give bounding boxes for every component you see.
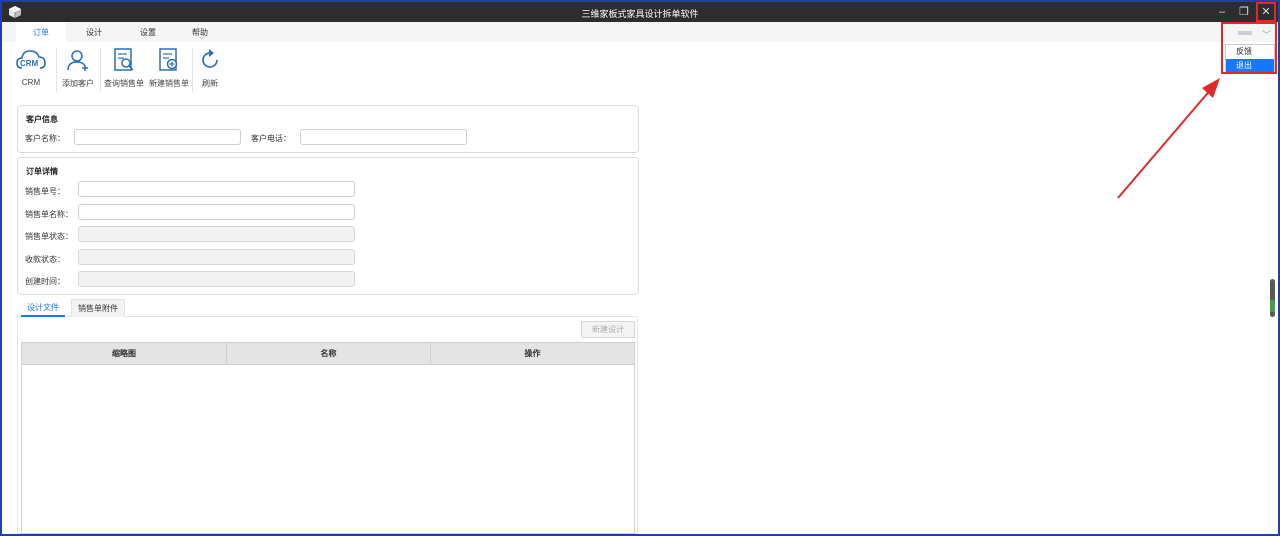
payment-status-input <box>78 249 355 265</box>
order-status-input <box>78 226 355 242</box>
add-customer-button[interactable]: 添加客户 <box>59 48 97 89</box>
payment-status-label: 收款状态： <box>25 255 65 264</box>
add-user-icon <box>67 50 88 71</box>
new-sales-order-button[interactable]: 新建销售单 <box>147 48 191 89</box>
window-title: 三维家板式家具设计拆单软件 <box>581 9 699 19</box>
refresh-label: 刷新 <box>202 79 218 88</box>
menu-tab-order[interactable]: 订单 <box>16 22 66 42</box>
ribbon-divider <box>100 48 101 92</box>
menu-tab-design[interactable]: 设计 <box>74 22 114 42</box>
customer-info-title: 客户信息 <box>26 115 58 124</box>
customer-name-input[interactable] <box>74 129 241 145</box>
crm-label: CRM <box>21 78 41 87</box>
restore-button[interactable]: ❐ <box>1234 2 1254 22</box>
order-status-label: 销售单状态： <box>25 232 73 241</box>
column-header-action[interactable]: 操作 <box>431 343 634 365</box>
ribbon-divider <box>192 48 193 92</box>
highlight-box-close <box>1256 2 1276 22</box>
highlight-box-dropdown <box>1221 22 1277 74</box>
tab-sales-attachments[interactable]: 销售单附件 <box>71 299 125 317</box>
ribbon-toolbar: CRM CRM 添加客户 查询销售单 新建销售单 刷新 <box>2 42 1278 98</box>
scrollbar-accent <box>1270 300 1275 312</box>
customer-phone-label: 客户电话： <box>251 134 291 143</box>
new-sales-order-label: 新建销售单 <box>149 79 189 88</box>
refresh-icon <box>202 49 218 68</box>
design-files-table: 缩略图 名称 操作 <box>21 342 635 534</box>
order-number-input[interactable] <box>78 181 355 197</box>
created-time-label: 创建时间： <box>25 277 65 286</box>
design-files-panel: 新建设计 缩略图 名称 操作 <box>17 318 638 534</box>
sub-tab-bar: 设计文件 销售单附件 <box>17 299 638 317</box>
order-detail-title: 订单详情 <box>26 167 58 176</box>
minimize-button[interactable]: – <box>1212 2 1232 22</box>
column-header-thumbnail[interactable]: 缩略图 <box>22 343 227 365</box>
crm-button[interactable]: CRM CRM <box>14 48 48 87</box>
order-name-input[interactable] <box>78 204 355 220</box>
customer-phone-input[interactable] <box>300 129 467 145</box>
query-sales-order-label: 查询销售单 <box>104 79 144 88</box>
order-name-label: 销售单名称： <box>25 210 73 219</box>
menu-bar: 订单 设计 设置 帮助 <box>2 22 1278 42</box>
title-bar: 三维家板式家具设计拆单软件 – ❐ ✕ <box>2 2 1278 22</box>
ribbon-divider <box>56 48 57 92</box>
created-time-input <box>78 271 355 287</box>
customer-name-label: 客户名称： <box>25 134 65 143</box>
svg-text:CRM: CRM <box>20 59 39 68</box>
tab-design-files[interactable]: 设计文件 <box>21 299 65 317</box>
query-sales-order-button[interactable]: 查询销售单 <box>102 48 146 89</box>
crm-cloud-icon: CRM <box>16 50 46 69</box>
new-document-icon <box>159 48 178 71</box>
refresh-button[interactable]: 刷新 <box>198 48 222 89</box>
customer-info-panel: 客户信息 客户名称： 客户电话： <box>17 105 639 153</box>
order-detail-panel: 订单详情 销售单号： 销售单名称： 销售单状态： 收款状态： 创建时间： <box>17 157 639 295</box>
table-header: 缩略图 名称 操作 <box>22 343 634 365</box>
search-document-icon <box>114 48 134 71</box>
column-header-name[interactable]: 名称 <box>227 343 431 365</box>
new-design-button[interactable]: 新建设计 <box>581 321 635 338</box>
add-customer-label: 添加客户 <box>62 79 94 88</box>
menu-tab-settings[interactable]: 设置 <box>128 22 168 42</box>
order-number-label: 销售单号： <box>25 187 65 196</box>
menu-tab-help[interactable]: 帮助 <box>180 22 220 42</box>
